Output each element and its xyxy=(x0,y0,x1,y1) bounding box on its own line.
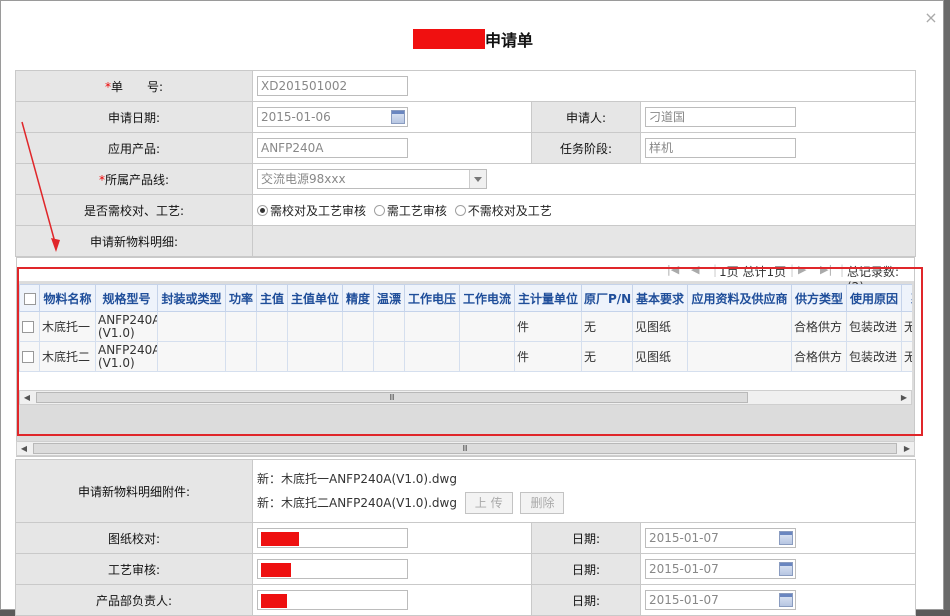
check-process-options: 需校对及工艺审核 需工艺审核 不需校对及工艺 xyxy=(251,194,917,226)
product-label: 应用产品: xyxy=(15,132,253,164)
apply-date-label: 申请日期: xyxy=(15,101,253,133)
task-stage-field[interactable]: 样机 xyxy=(645,138,796,158)
col-header[interactable]: 使用原因 xyxy=(846,284,902,312)
col-header[interactable]: 精度 xyxy=(342,284,374,312)
date-label: 日期: xyxy=(531,584,641,616)
row-checkbox[interactable] xyxy=(22,321,34,333)
page-info: 1页 总计1页 xyxy=(719,265,787,279)
doc-no-field[interactable]: XD201501002 xyxy=(257,76,408,96)
radio-check-and-process[interactable] xyxy=(257,204,268,216)
items-table-viewport[interactable]: 物料名称 规格型号 封装或类型 功率 主值 主值单位 精度 温漂 工作电压 工作… xyxy=(19,284,912,392)
applicant-label: 申请人: xyxy=(531,101,641,133)
redacted-name xyxy=(261,562,291,577)
prev-page-icon[interactable]: ◀ xyxy=(691,263,699,276)
grid-pager: |◀ ◀ | 1页 总计1页 | ▶ ▶| | 总记录数:(2) xyxy=(17,258,914,294)
col-header[interactable]: 工作电流 xyxy=(459,284,515,312)
apply-date-field[interactable]: 2015-01-06 xyxy=(257,107,408,127)
table-header-row: 物料名称 规格型号 封装或类型 功率 主值 主值单位 精度 温漂 工作电压 工作… xyxy=(19,284,912,312)
col-header[interactable]: 应用资料及供应商 xyxy=(687,284,792,312)
redacted-name xyxy=(261,531,299,546)
col-header[interactable]: 原厂P/N xyxy=(581,284,633,312)
calendar-icon[interactable] xyxy=(391,110,405,124)
items-table: 物料名称 规格型号 封装或类型 功率 主值 主值单位 精度 温漂 工作电压 工作… xyxy=(19,284,912,372)
col-header[interactable]: 封装或类型 xyxy=(157,284,226,312)
calendar-icon[interactable] xyxy=(779,562,793,576)
product-line-label: *所属产品线: xyxy=(15,163,253,195)
first-page-icon[interactable]: |◀ xyxy=(667,263,679,276)
col-header[interactable]: 温漂 xyxy=(373,284,405,312)
review-form: 申请新物料明细附件: 新：木底托一ANFP240A(V1.0).dwg 新：木底… xyxy=(15,459,917,616)
dialog-title: 申请单 xyxy=(1,27,945,53)
background-overlay xyxy=(944,0,950,610)
product-field[interactable]: ANFP240A xyxy=(257,138,408,158)
close-icon[interactable]: × xyxy=(922,9,940,27)
col-header[interactable]: 功率 xyxy=(225,284,257,312)
application-form: *单 号: XD201501002 申请日期: 2015-01-06 申请人: … xyxy=(15,70,917,257)
radio-process-only[interactable] xyxy=(373,204,385,216)
doc-no-label: *单 号: xyxy=(15,70,253,102)
product-line-select[interactable]: 交流电源98xxx xyxy=(257,169,487,189)
col-header[interactable]: 主计量单位 xyxy=(514,284,582,312)
chevron-down-icon[interactable] xyxy=(469,170,486,188)
col-header[interactable]: 规格型号 xyxy=(95,284,158,312)
scroll-left-icon[interactable]: ◀ xyxy=(19,443,29,454)
manager-field[interactable] xyxy=(257,590,408,610)
redacted-title-prefix xyxy=(412,29,485,49)
scroll-left-icon[interactable]: ◀ xyxy=(22,392,32,403)
attachment-file[interactable]: 新：木底托二ANFP240A(V1.0).dwg xyxy=(257,496,457,510)
col-header[interactable]: 主值 xyxy=(256,284,288,312)
col-header[interactable]: 工作电压 xyxy=(404,284,460,312)
scroll-thumb[interactable]: Ⅲ xyxy=(36,392,748,403)
drawing-date-field[interactable]: 2015-01-07 xyxy=(645,528,796,548)
process-date-field[interactable]: 2015-01-07 xyxy=(645,559,796,579)
attachment-file[interactable]: 新：木底托一ANFP240A(V1.0).dwg xyxy=(257,467,911,491)
calendar-icon[interactable] xyxy=(779,531,793,545)
task-stage-label: 任务阶段: xyxy=(531,132,641,164)
col-header[interactable]: 基本要求 xyxy=(632,284,688,312)
scroll-thumb[interactable]: Ⅲ xyxy=(33,443,897,454)
last-page-icon[interactable]: ▶| xyxy=(820,263,832,276)
col-header[interactable]: 物料名称 xyxy=(39,284,96,312)
date-label: 日期: xyxy=(531,553,641,585)
material-detail-grid: |◀ ◀ | 1页 总计1页 | ▶ ▶| | 总记录数:(2) 物料名称 规格… xyxy=(16,257,915,457)
process-review-label: 工艺审核: xyxy=(15,553,253,585)
drawing-check-label: 图纸校对: xyxy=(15,522,253,554)
col-header[interactable]: 主值单位 xyxy=(287,284,343,312)
scroll-right-icon[interactable]: ▶ xyxy=(902,443,912,454)
applicant-field[interactable]: 刁道国 xyxy=(645,107,796,127)
row-checkbox[interactable] xyxy=(22,351,34,363)
inner-horizontal-scrollbar[interactable]: ◀ Ⅲ ▶ xyxy=(19,390,912,405)
table-row[interactable]: 木底托二 ANFP240A (V1.0) 件 无 见图纸 合格供方 包装改进 无 xyxy=(19,341,912,372)
application-dialog: × 申请单 *单 号: XD201501002 申请日期: 2015-01-06… xyxy=(0,0,945,616)
drawing-check-field[interactable] xyxy=(257,528,408,548)
table-row[interactable]: 木底托一 ANFP240A (V1.0) 件 无 见图纸 合格供方 包装改进 无 xyxy=(19,311,912,342)
manager-date-field[interactable]: 2015-01-07 xyxy=(645,590,796,610)
calendar-icon[interactable] xyxy=(779,593,793,607)
attachments-label: 申请新物料明细附件: xyxy=(15,459,253,523)
process-review-field[interactable] xyxy=(257,559,408,579)
col-header[interactable]: 系 xyxy=(901,284,912,312)
outer-horizontal-scrollbar[interactable]: ◀ Ⅲ ▶ xyxy=(16,441,915,456)
upload-button[interactable]: 上 传 xyxy=(464,492,513,514)
next-page-icon[interactable]: ▶ xyxy=(798,263,806,276)
detail-label: 申请新物料明细: xyxy=(15,225,253,257)
delete-button[interactable]: 删除 xyxy=(520,492,565,514)
col-header[interactable]: 供方类型 xyxy=(791,284,847,312)
date-label: 日期: xyxy=(531,522,641,554)
radio-no-check[interactable] xyxy=(454,204,466,216)
scroll-right-icon[interactable]: ▶ xyxy=(899,392,909,403)
select-all-checkbox[interactable] xyxy=(23,292,36,305)
attachment-file-row: 新：木底托二ANFP240A(V1.0).dwg 上 传 删除 xyxy=(257,491,911,515)
check-process-label: 是否需校对、工艺: xyxy=(15,194,253,226)
manager-label: 产品部负责人: xyxy=(15,584,253,616)
redacted-name xyxy=(261,593,287,608)
